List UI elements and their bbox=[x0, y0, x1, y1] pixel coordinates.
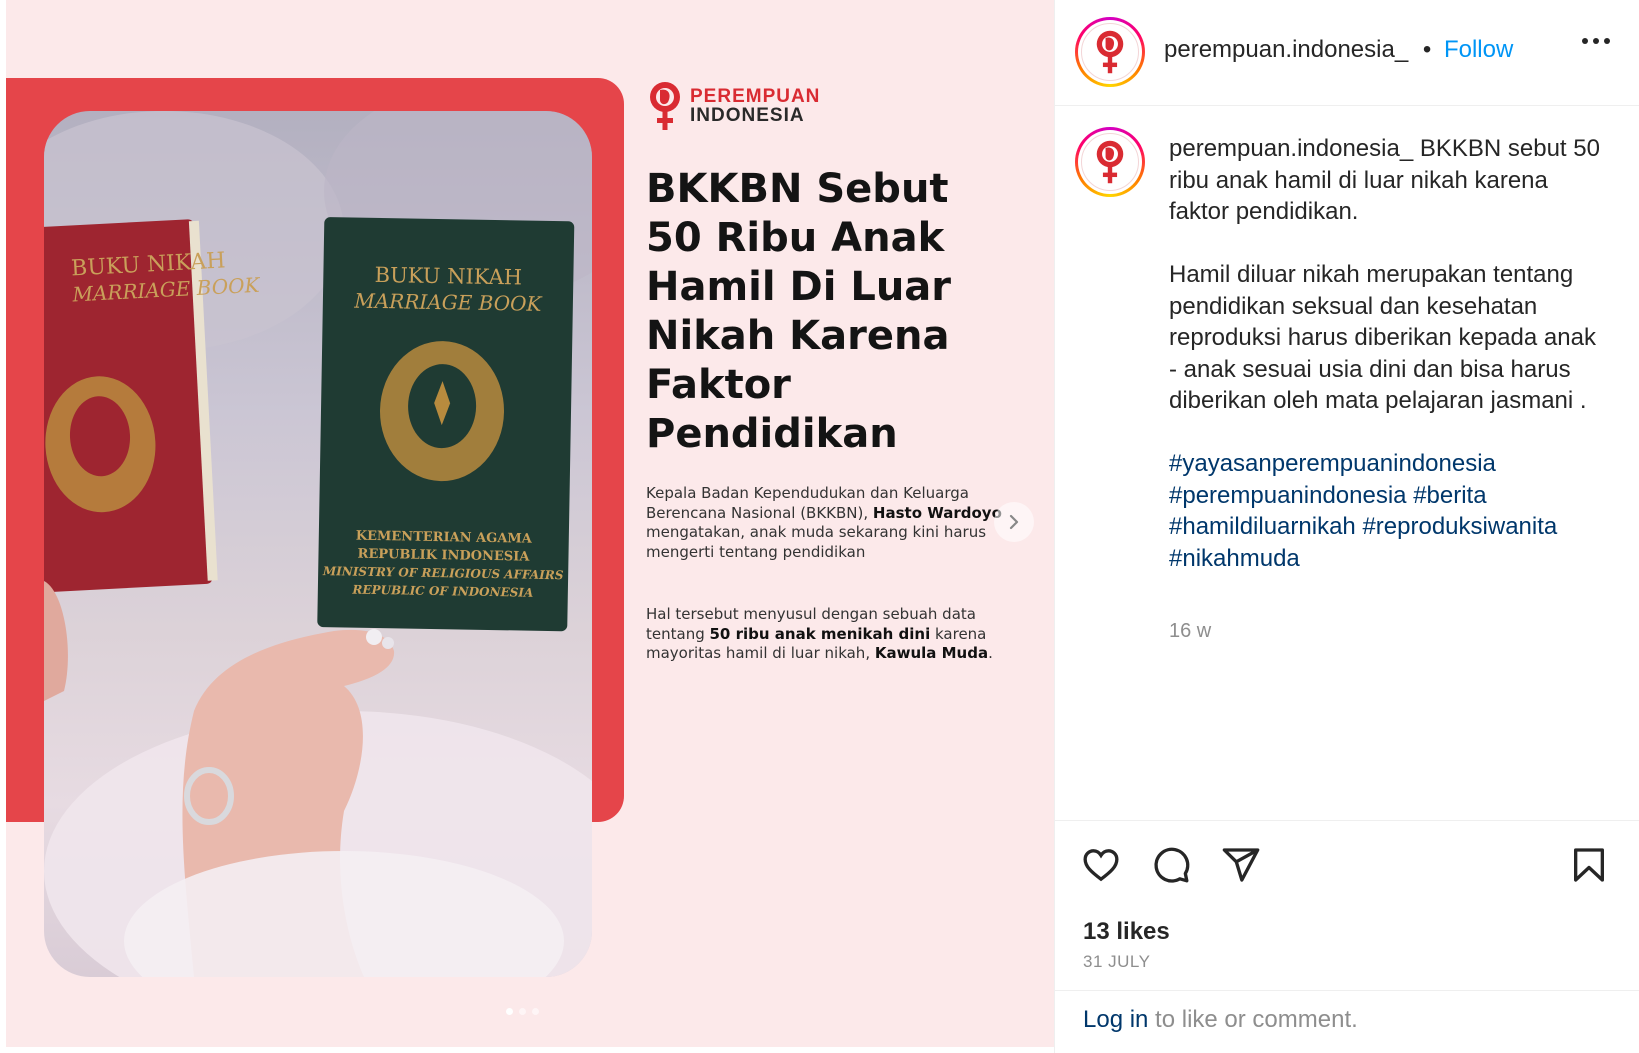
green-book-title2: MARRIAGE BOOK bbox=[353, 289, 543, 316]
green-book-sub1: KEMENTERIAN AGAMA bbox=[356, 529, 533, 547]
comment-icon bbox=[1154, 847, 1190, 883]
likes-count[interactable]: 13 likes bbox=[1083, 918, 1170, 946]
female-symbol-icon bbox=[650, 82, 680, 130]
brand-logo: PEREMPUAN INDONESIA bbox=[646, 80, 820, 132]
body-paragraph-2: Hal tersebut menyusul dengan sebuah data… bbox=[646, 605, 1022, 664]
hashtag[interactable]: #yayasanperempuanindonesia bbox=[1169, 450, 1496, 477]
caption-username[interactable]: perempuan.indonesia_ bbox=[1169, 135, 1413, 162]
brand-name-line1: PEREMPUAN bbox=[690, 86, 821, 107]
like-button[interactable] bbox=[1079, 843, 1123, 887]
login-prompt-text: to like or comment. bbox=[1148, 1006, 1358, 1033]
bookmark-icon bbox=[1574, 848, 1604, 882]
slide-dot-3 bbox=[532, 1008, 539, 1015]
hashtag[interactable]: #reproduksiwanita bbox=[1362, 513, 1557, 540]
green-book-sub2: REPUBLIK INDONESIA bbox=[357, 547, 530, 565]
caption-body: Hamil diluar nikah merupakan tentang pen… bbox=[1169, 261, 1596, 414]
female-symbol-icon bbox=[1096, 30, 1124, 74]
next-slide-button[interactable] bbox=[994, 502, 1034, 542]
heart-icon bbox=[1083, 849, 1119, 882]
para2-bold2: Kawula Muda bbox=[874, 644, 989, 662]
hashtag[interactable]: #nikahmuda bbox=[1169, 545, 1300, 572]
divider bbox=[1055, 990, 1639, 991]
login-link[interactable]: Log in bbox=[1083, 1006, 1148, 1033]
share-icon bbox=[1222, 848, 1260, 882]
female-symbol-icon bbox=[1096, 140, 1124, 184]
hashtags: #yayasanperempuanindonesia #perempuanind… bbox=[1169, 448, 1569, 574]
slide-indicator bbox=[506, 1008, 539, 1015]
para2-text3: . bbox=[988, 644, 993, 662]
header-username[interactable]: perempuan.indonesia_ bbox=[1164, 36, 1408, 63]
save-button[interactable] bbox=[1567, 843, 1611, 887]
avatar[interactable] bbox=[1075, 17, 1145, 87]
para2-bold1: 50 ribu anak menikah dini bbox=[709, 624, 931, 643]
post-media: BUKU NIKAH MARRIAGE BOOK BUKU NIKAH MARR… bbox=[6, 0, 1054, 1047]
brand-name-line2: INDONESIA bbox=[690, 105, 805, 126]
post-date: 31 JULY bbox=[1083, 952, 1151, 971]
divider bbox=[1055, 820, 1639, 821]
body-paragraph-1: Kepala Badan Kependudukan dan Keluarga B… bbox=[646, 484, 1022, 562]
more-icon bbox=[1582, 38, 1588, 44]
post-header: perempuan.indonesia_ • Follow bbox=[1055, 0, 1639, 106]
hashtag[interactable]: #berita bbox=[1413, 482, 1486, 509]
slide-dot-2 bbox=[519, 1008, 526, 1015]
login-prompt: Log in to like or comment. bbox=[1083, 1006, 1358, 1034]
post-side-panel: perempuan.indonesia_ • Follow perempuan.… bbox=[1054, 0, 1639, 1053]
comment-button[interactable] bbox=[1149, 843, 1193, 887]
headline: BKKBN Sebut 50 Ribu Anak Hamil Di Luar N… bbox=[646, 166, 952, 457]
post-caption: perempuan.indonesia_ BKKBN sebut 50 ribu… bbox=[1169, 133, 1609, 574]
chevron-right-icon bbox=[1009, 514, 1019, 530]
green-book-title1: BUKU NIKAH bbox=[374, 263, 522, 290]
marriage-books-photo: BUKU NIKAH MARRIAGE BOOK BUKU NIKAH MARR… bbox=[44, 111, 592, 977]
header-separator: • bbox=[1422, 36, 1432, 63]
para1-bold1: Hasto Wardoyo bbox=[872, 503, 1002, 522]
hashtag[interactable]: #hamildiluarnikah bbox=[1169, 513, 1356, 540]
post-time-ago[interactable]: 16 w bbox=[1169, 620, 1211, 643]
caption-avatar[interactable] bbox=[1075, 127, 1145, 197]
para1-text2: mengatakan, anak muda sekarang kini haru… bbox=[646, 523, 987, 561]
hashtag[interactable]: #perempuanindonesia bbox=[1169, 482, 1407, 509]
more-options-button[interactable] bbox=[1582, 38, 1610, 44]
share-button[interactable] bbox=[1219, 843, 1263, 887]
slide-dot-1 bbox=[506, 1008, 513, 1015]
follow-button[interactable]: Follow bbox=[1444, 36, 1513, 63]
